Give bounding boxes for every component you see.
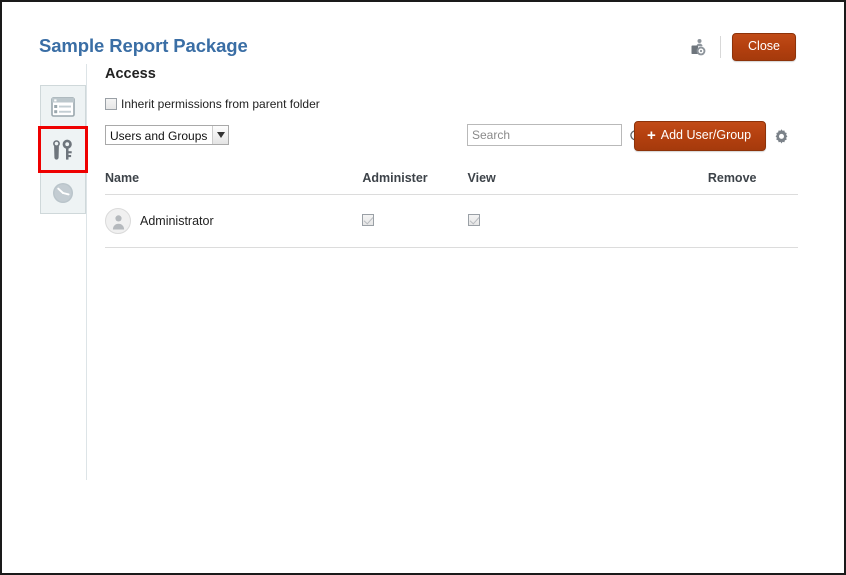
sidebar-item-properties[interactable] [40,85,86,128]
properties-list-icon [51,97,75,117]
add-user-group-button[interactable]: + Add User/Group [634,121,766,151]
close-button[interactable]: Close [732,33,796,61]
clock-history-icon [50,180,76,206]
sidebar-item-access[interactable] [40,128,86,171]
cell-remove[interactable] [708,195,798,248]
column-header-administer[interactable]: Administer [362,171,467,195]
search-field[interactable] [467,124,622,146]
header-toolbar: Close [687,32,796,62]
sidebar-tabs [40,85,86,214]
header-divider [720,36,721,58]
dialog-window: Sample Report Package Close [0,0,846,575]
administer-checkbox[interactable] [362,214,374,226]
user-permissions-icon[interactable] [687,36,709,58]
user-avatar-icon [105,208,131,234]
cell-name: Administrator [105,195,362,248]
chevron-down-icon[interactable] [212,126,228,144]
filter-select[interactable]: Users and Groups [105,125,229,145]
section-title: Access [105,66,798,82]
view-checkbox[interactable] [468,214,480,226]
inherit-permissions-checkbox[interactable] [105,98,117,110]
search-input[interactable] [468,128,621,142]
column-header-remove[interactable]: Remove [708,171,798,195]
access-panel: Access Inherit permissions from parent f… [105,66,798,248]
column-header-view[interactable]: View [468,171,708,195]
table-header-row: Name Administer View Remove [105,171,798,195]
add-user-group-label: Add User/Group [661,129,751,142]
cell-administer [362,195,467,248]
table-row[interactable]: Administrator [105,195,798,248]
plus-icon: + [647,128,656,143]
dialog-header: Sample Report Package Close [2,2,844,70]
key-wrench-icon [50,138,76,162]
user-name-label: Administrator [140,214,214,228]
inherit-permissions-row: Inherit permissions from parent folder [105,97,798,111]
cell-view [468,195,708,248]
access-table: Name Administer View Remove [105,171,798,248]
sidebar-content-divider [86,64,87,480]
gear-icon[interactable] [771,126,791,146]
page-title: Sample Report Package [39,35,248,57]
filter-select-label: Users and Groups [106,126,212,144]
access-toolbar: Users and Groups + Add User/Group [105,125,798,153]
column-header-name[interactable]: Name [105,171,362,195]
inherit-permissions-label[interactable]: Inherit permissions from parent folder [121,97,320,111]
sidebar-item-history[interactable] [40,171,86,214]
